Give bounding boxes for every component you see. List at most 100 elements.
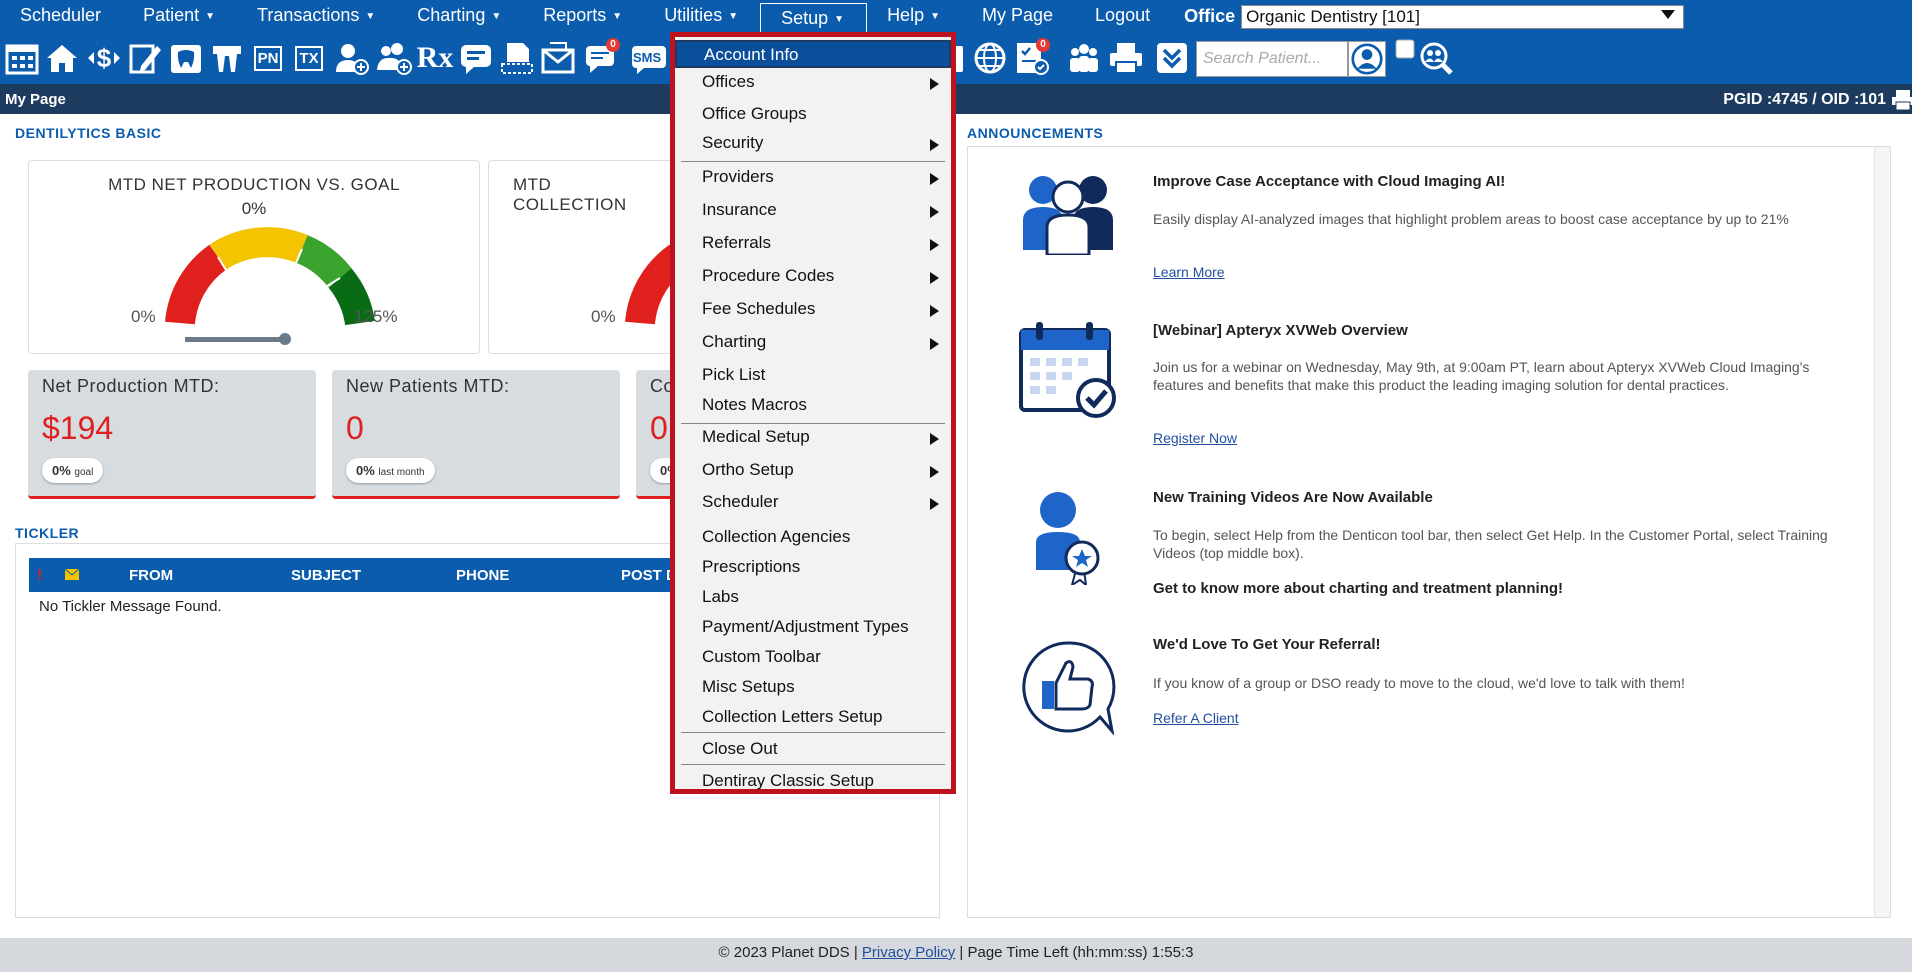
announcement-title: [Webinar] Apteryx XVWeb Overview — [1153, 322, 1408, 339]
gauge-needle-pivot — [279, 333, 291, 345]
menu-item-label: Medical Setup — [702, 427, 810, 446]
add-patient-icon[interactable] — [332, 38, 372, 78]
submenu-arrow-icon — [930, 239, 939, 251]
globe-icon[interactable] — [970, 38, 1010, 78]
menu-item-collection-agencies[interactable]: Collection Agencies — [675, 524, 951, 552]
menu-charting[interactable]: Charting ▼ — [397, 0, 523, 33]
task-list-icon[interactable]: 0 — [1012, 38, 1052, 78]
patient-search-input[interactable]: Search Patient... — [1196, 41, 1348, 77]
menu-item-ortho-setup[interactable]: Ortho Setup — [675, 457, 951, 485]
menu-item-charting[interactable]: Charting — [675, 329, 951, 357]
office-select[interactable]: Organic Dentistry [101] — [1241, 4, 1685, 29]
menu-item-scheduler[interactable]: Scheduler — [675, 489, 951, 517]
home-icon[interactable] — [42, 38, 82, 78]
document-print-icon[interactable] — [497, 38, 537, 78]
calendar-icon[interactable] — [2, 38, 42, 78]
menu-item-label: Referrals — [702, 233, 771, 252]
message-icon[interactable] — [456, 38, 496, 78]
menu-item-prescriptions[interactable]: Prescriptions — [675, 554, 951, 582]
menu-help[interactable]: Help ▼ — [867, 0, 962, 33]
dollar-exchange-icon[interactable]: $ — [84, 38, 124, 78]
stat-value: $194 — [42, 410, 114, 446]
menu-setup[interactable]: Setup ▼ — [760, 3, 868, 33]
announcement-highlight: Get to know more about charting and trea… — [1153, 580, 1564, 597]
menu-item-office-groups[interactable]: Office Groups — [675, 101, 951, 129]
menu-item-label: Ortho Setup — [702, 460, 794, 479]
stat-pill: 0% — [650, 458, 670, 483]
menu-item-medical-setup[interactable]: Medical Setup — [675, 424, 951, 452]
menu-item-fee-schedules[interactable]: Fee Schedules — [675, 296, 951, 324]
menu-utilities[interactable]: Utilities ▼ — [644, 0, 760, 33]
menu-label: My Page — [982, 5, 1054, 25]
menu-logout[interactable]: Logout — [1075, 0, 1172, 33]
edit-notes-icon[interactable] — [125, 38, 165, 78]
privacy-policy-link[interactable]: Privacy Policy — [862, 944, 955, 961]
menu-item-account-info[interactable]: Account Info — [675, 40, 951, 68]
progress-notes-icon[interactable]: PN — [248, 38, 288, 78]
printer-icon[interactable] — [1106, 38, 1146, 78]
menu-item-collection-letters-setup[interactable]: Collection Letters Setup — [675, 704, 951, 732]
pn-label: PN — [253, 45, 283, 71]
menu-item-labs[interactable]: Labs — [675, 584, 951, 612]
menu-item-payment-adjustment-types[interactable]: Payment/Adjustment Types — [675, 614, 951, 642]
menu-item-providers[interactable]: Providers — [675, 164, 951, 192]
menu-scheduler[interactable]: Scheduler — [0, 0, 123, 33]
caret-down-icon: ▼ — [728, 11, 739, 22]
menu-item-label: Collection Letters Setup — [702, 707, 883, 726]
menu-item-label: Prescriptions — [702, 557, 801, 576]
announcement-title: We'd Love To Get Your Referral! — [1153, 636, 1381, 653]
menu-item-insurance[interactable]: Insurance — [675, 197, 951, 225]
stat-value: 0 — [346, 410, 364, 446]
menu-transactions[interactable]: Transactions ▼ — [237, 0, 397, 33]
menu-patient[interactable]: Patient ▼ — [123, 0, 237, 33]
filter-checkbox[interactable] — [1395, 39, 1415, 59]
treatment-plan-icon[interactable]: TX — [289, 38, 329, 78]
register-now-link[interactable]: Register Now — [1153, 430, 1237, 446]
sms-icon[interactable]: SMS — [628, 38, 670, 78]
prescription-icon[interactable]: Rx — [415, 38, 455, 78]
mail-icon[interactable] — [538, 38, 578, 78]
menu-item-misc-setups[interactable]: Misc Setups — [675, 674, 951, 702]
menu-label: Setup — [781, 8, 829, 28]
page-footer: © 2023 Planet DDS | Privacy Policy | Pag… — [0, 938, 1912, 972]
menu-item-procedure-codes[interactable]: Procedure Codes — [675, 263, 951, 291]
gauge-min-label: 0% — [591, 307, 616, 326]
announcement-body: If you know of a group or DSO ready to m… — [1153, 675, 1685, 691]
patient-search-button[interactable] — [1348, 41, 1386, 77]
column-post-date[interactable]: POST D — [621, 567, 677, 584]
menu-item-referrals[interactable]: Referrals — [675, 230, 951, 258]
column-subject[interactable]: SUBJECT — [291, 567, 361, 584]
add-family-icon[interactable] — [374, 38, 414, 78]
menu-item-dentiray-classic-setup[interactable]: Dentiray Classic Setup — [675, 768, 951, 796]
caret-down-icon: ▼ — [834, 14, 845, 25]
search-users-icon[interactable] — [1416, 38, 1456, 78]
caret-down-icon: ▼ — [365, 11, 376, 22]
menu-item-custom-toolbar[interactable]: Custom Toolbar — [675, 644, 951, 672]
announcement-body: Join us for a webinar on Wednesday, May … — [1153, 359, 1810, 393]
announcements-scrollbar[interactable] — [1874, 147, 1890, 917]
gauge-min-label: 0% — [131, 307, 156, 326]
menu-item-label: Account Info — [704, 45, 799, 64]
column-phone[interactable]: PHONE — [456, 567, 509, 584]
menu-item-pick-list[interactable]: Pick List — [675, 362, 951, 390]
menu-item-security[interactable]: Security — [675, 130, 951, 158]
submenu-arrow-icon — [930, 498, 939, 510]
submenu-arrow-icon — [930, 206, 939, 218]
column-from[interactable]: FROM — [129, 567, 173, 584]
chat-icon[interactable]: 0 — [582, 38, 622, 78]
group-icon[interactable] — [1064, 38, 1104, 78]
menu-item-close-out[interactable]: Close Out — [675, 736, 951, 764]
menu-reports[interactable]: Reports ▼ — [523, 0, 644, 33]
menu-separator — [681, 732, 945, 733]
menu-item-offices[interactable]: Offices — [675, 69, 951, 97]
expand-chevron-icon[interactable] — [1152, 38, 1192, 78]
print-page-icon[interactable] — [1892, 89, 1912, 111]
tooth-icon[interactable] — [166, 38, 206, 78]
menu-my-page[interactable]: My Page — [962, 0, 1075, 33]
teeth-chart-icon[interactable] — [207, 38, 247, 78]
learn-more-link[interactable]: Learn More — [1153, 264, 1225, 280]
menu-item-notes-macros[interactable]: Notes Macros — [675, 392, 951, 420]
refer-a-client-link[interactable]: Refer A Client — [1153, 710, 1239, 726]
menu-item-label: Collection Agencies — [702, 527, 851, 546]
partial-icon[interactable] — [955, 38, 967, 78]
